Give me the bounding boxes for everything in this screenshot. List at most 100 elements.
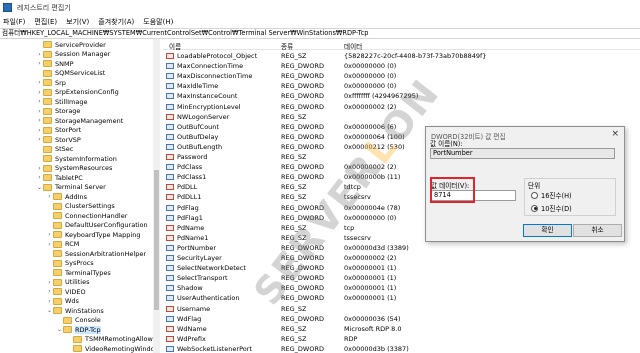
string-value-icon <box>166 113 174 120</box>
menu-edit[interactable]: 편집(E) <box>34 17 57 27</box>
menu-favorites[interactable]: 즐겨찾기(A) <box>98 17 134 27</box>
cancel-button[interactable]: 취소 <box>573 224 622 237</box>
tree-item[interactable]: › Utilities <box>46 278 89 288</box>
tree-item[interactable]: › TabletPC <box>36 173 83 183</box>
chevron-right-icon[interactable]: › <box>46 298 53 305</box>
chevron-right-icon[interactable]: › <box>36 89 43 96</box>
tree-item[interactable]: ⌄ RDP-Tcp <box>56 325 101 335</box>
value-row[interactable]: WdName REG_SZ Microsoft RDP 8.0 <box>163 324 640 334</box>
ok-button[interactable]: 확인 <box>523 224 572 237</box>
tree-item[interactable]: › AddIns <box>46 192 87 202</box>
value-row[interactable]: UserAuthentication REG_DWORD 0x00000001 (1… <box>163 293 640 303</box>
value-type: REG_SZ <box>281 153 307 161</box>
tree-item[interactable]: ⌄ WinStations <box>46 306 104 316</box>
tree-item[interactable]: DefaultUserConfiguration <box>46 221 148 231</box>
tree-item[interactable]: TerminalTypes <box>46 268 111 278</box>
value-row[interactable]: MaxDisconnectionTime REG_DWORD 0x00000000 … <box>163 71 640 81</box>
tree-item[interactable]: › RCM <box>46 240 79 250</box>
hex-radio[interactable]: 16진수(H) <box>531 190 572 200</box>
chevron-right-icon[interactable]: › <box>36 98 43 105</box>
folder-icon <box>43 126 52 134</box>
tree-item-label: Console <box>75 316 101 325</box>
tree-item[interactable]: Console <box>56 316 101 326</box>
tree-item-label: TabletPC <box>55 173 83 182</box>
tree-item[interactable]: ClusterSettings <box>46 202 115 212</box>
value-row[interactable]: SelectTransport REG_DWORD 0x00000001 (1) <box>163 273 640 283</box>
tree-item[interactable]: › StillImage <box>36 97 87 107</box>
chevron-right-icon[interactable]: › <box>36 79 43 86</box>
tree-item[interactable]: VideoRemotingWindo <box>66 344 155 353</box>
tree-item[interactable]: › SystemResources <box>36 164 112 174</box>
value-row[interactable]: Username REG_SZ <box>163 304 640 314</box>
chevron-down-icon[interactable]: ⌄ <box>36 184 43 191</box>
value-row[interactable]: SelectNetworkDetect REG_DWORD 0x00000001 (… <box>163 263 640 273</box>
tree-item[interactable]: › VIDEO <box>46 287 85 297</box>
address-bar[interactable]: 컴퓨터₩HKEY_LOCAL_MACHINE₩SYSTEM₩CurrentCon… <box>0 28 640 39</box>
menu-view[interactable]: 보기(V) <box>66 17 89 27</box>
tree-item[interactable]: › KeyboardType Mapping <box>46 230 140 240</box>
chevron-right-icon[interactable]: › <box>46 193 53 200</box>
value-name: OutBufDelay <box>177 132 219 141</box>
chevron-right-icon[interactable]: › <box>36 60 43 67</box>
folder-icon <box>43 50 52 58</box>
tree-scrollbar-thumb[interactable] <box>154 170 159 310</box>
chevron-right-icon[interactable]: › <box>36 108 43 115</box>
value-row[interactable]: PortNumber REG_DWORD 0x00000d3d (3389) <box>163 243 640 253</box>
tree-item[interactable]: TSMMRemotingAllow <box>66 335 153 345</box>
tree-item[interactable]: › StorPort <box>36 126 81 136</box>
value-row[interactable]: MaxConnectionTime REG_DWORD 0x00000000 (0) <box>163 61 640 71</box>
value-name: SecurityLayer <box>177 254 222 262</box>
chevron-right-icon[interactable]: › <box>46 279 53 286</box>
value-data: 0x00000001 (1) <box>344 274 397 283</box>
tree-item[interactable]: › StorVSP <box>36 135 81 145</box>
string-value-icon <box>166 335 174 342</box>
column-name[interactable]: 이름 <box>169 41 181 51</box>
dec-radio[interactable]: 10진수(D) <box>531 203 572 213</box>
value-row[interactable]: WebSocketListenerPort REG_DWORD 0x00000d3b… <box>163 344 640 353</box>
tree-item-label: StillImage <box>55 97 88 106</box>
tree-item[interactable]: SessionArbitrationHelper <box>46 249 146 259</box>
chevron-right-icon[interactable]: › <box>46 288 53 295</box>
value-row[interactable]: SecurityLayer REG_DWORD 0x00000002 (2) <box>163 253 640 263</box>
column-type[interactable]: 종류 <box>281 41 293 51</box>
menu-help[interactable]: 도움말(H) <box>143 17 173 27</box>
tree-item[interactable]: ConnectionHandler <box>46 211 127 221</box>
tree-item[interactable]: StSec <box>36 145 73 155</box>
tree-item[interactable]: › Storage <box>36 107 80 117</box>
tree-item[interactable]: › StorageManagement <box>36 116 123 126</box>
tree-item[interactable]: ⌄ Terminal Server <box>36 183 106 193</box>
tree-item[interactable]: ServiceProvider <box>36 40 106 50</box>
chevron-right-icon[interactable]: › <box>46 231 53 238</box>
chevron-right-icon[interactable]: › <box>36 136 43 143</box>
tree-item[interactable]: › SrpExtensionConfig <box>36 88 118 98</box>
chevron-right-icon[interactable]: › <box>36 174 43 181</box>
tree-item[interactable]: › Wds <box>46 297 79 307</box>
string-value-icon <box>166 194 174 201</box>
tree-item[interactable]: SysProcs <box>46 259 94 269</box>
chevron-right-icon[interactable]: › <box>36 117 43 124</box>
column-data[interactable]: 데이터 <box>344 41 362 51</box>
chevron-right-icon[interactable]: › <box>36 165 43 172</box>
value-row[interactable]: Shadow REG_DWORD 0x00000001 (1) <box>163 283 640 293</box>
chevron-down-icon[interactable]: ⌄ <box>46 307 53 314</box>
chevron-down-icon[interactable]: ⌄ <box>56 326 63 333</box>
tree-item[interactable]: › SNMP <box>36 59 73 69</box>
folder-icon <box>53 250 62 258</box>
tree-item[interactable]: SystemInformation <box>36 154 117 164</box>
value-row[interactable]: LoadableProtocol_Object REG_SZ {5828227c-2… <box>163 51 640 61</box>
value-row[interactable]: WdFlag REG_DWORD 0x00000036 (54) <box>163 314 640 324</box>
chevron-right-icon[interactable]: › <box>46 241 53 248</box>
chevron-right-icon[interactable]: › <box>36 51 43 58</box>
tree-item[interactable]: › Srp <box>36 78 66 88</box>
folder-icon <box>43 41 52 49</box>
value-name: MaxIdleTime <box>177 82 219 91</box>
value-row[interactable]: WdPrefix REG_SZ RDP <box>163 334 640 344</box>
close-icon[interactable]: × <box>611 129 619 139</box>
binary-value-icon <box>166 83 174 90</box>
tree-item[interactable]: SQMServiceList <box>36 69 105 79</box>
chevron-right-icon[interactable]: › <box>36 127 43 134</box>
tree-item[interactable]: › Session Manager <box>36 50 110 60</box>
value-type: REG_DWORD <box>281 62 324 71</box>
menu-file[interactable]: 파일(F) <box>3 17 25 27</box>
value-name: SelectNetworkDetect <box>177 264 246 273</box>
